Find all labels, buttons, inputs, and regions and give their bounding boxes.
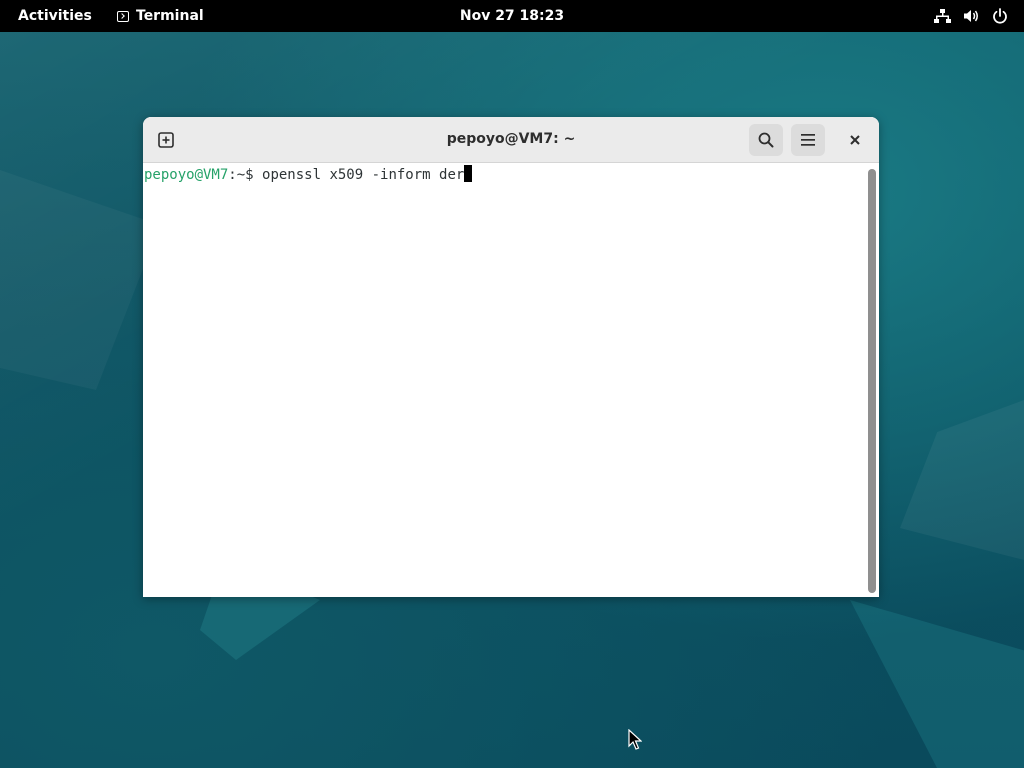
wallpaper-shard [0, 170, 160, 390]
scrollbar-thumb[interactable] [868, 169, 876, 593]
mouse-pointer-icon [628, 728, 643, 755]
activities-button[interactable]: Activities [18, 0, 92, 32]
system-status-area[interactable] [934, 0, 1008, 32]
network-icon [934, 8, 951, 24]
app-menu-label: Terminal [136, 8, 204, 24]
new-tab-icon [158, 132, 174, 148]
typed-command: openssl x509 -inform der [262, 167, 465, 183]
prompt-path: :~$ [228, 167, 263, 183]
main-menu-button[interactable] [791, 124, 825, 156]
window-headerbar[interactable]: pepoyo@VM7: ~ [143, 117, 879, 163]
prompt-user-host: pepoyo@VM7 [144, 167, 229, 183]
new-tab-button[interactable] [149, 124, 183, 156]
volume-icon [963, 8, 980, 24]
search-icon [758, 132, 774, 148]
command-line: pepoyo@VM7:~$ openssl x509 -inform der [144, 165, 473, 184]
app-menu-button[interactable]: Terminal [117, 0, 204, 32]
text-cursor [464, 165, 473, 182]
power-icon [992, 8, 1008, 24]
wallpaper-shard [850, 600, 1024, 768]
close-icon [850, 135, 860, 145]
top-bar: Activities Terminal Nov 27 18:23 [0, 0, 1024, 32]
terminal-app-icon [117, 10, 129, 22]
close-window-button[interactable] [838, 124, 872, 156]
terminal-scrollbar[interactable] [865, 163, 879, 597]
clock-button[interactable]: Nov 27 18:23 [460, 8, 564, 24]
wallpaper-shard [900, 400, 1024, 560]
terminal-output[interactable]: pepoyo@VM7:~$ openssl x509 -inform der [143, 163, 865, 597]
terminal-window[interactable]: pepoyo@VM7: ~ pepoyo@VM7:~$ openssl x509… [143, 117, 879, 597]
hamburger-menu-icon [801, 134, 815, 146]
search-button[interactable] [749, 124, 783, 156]
